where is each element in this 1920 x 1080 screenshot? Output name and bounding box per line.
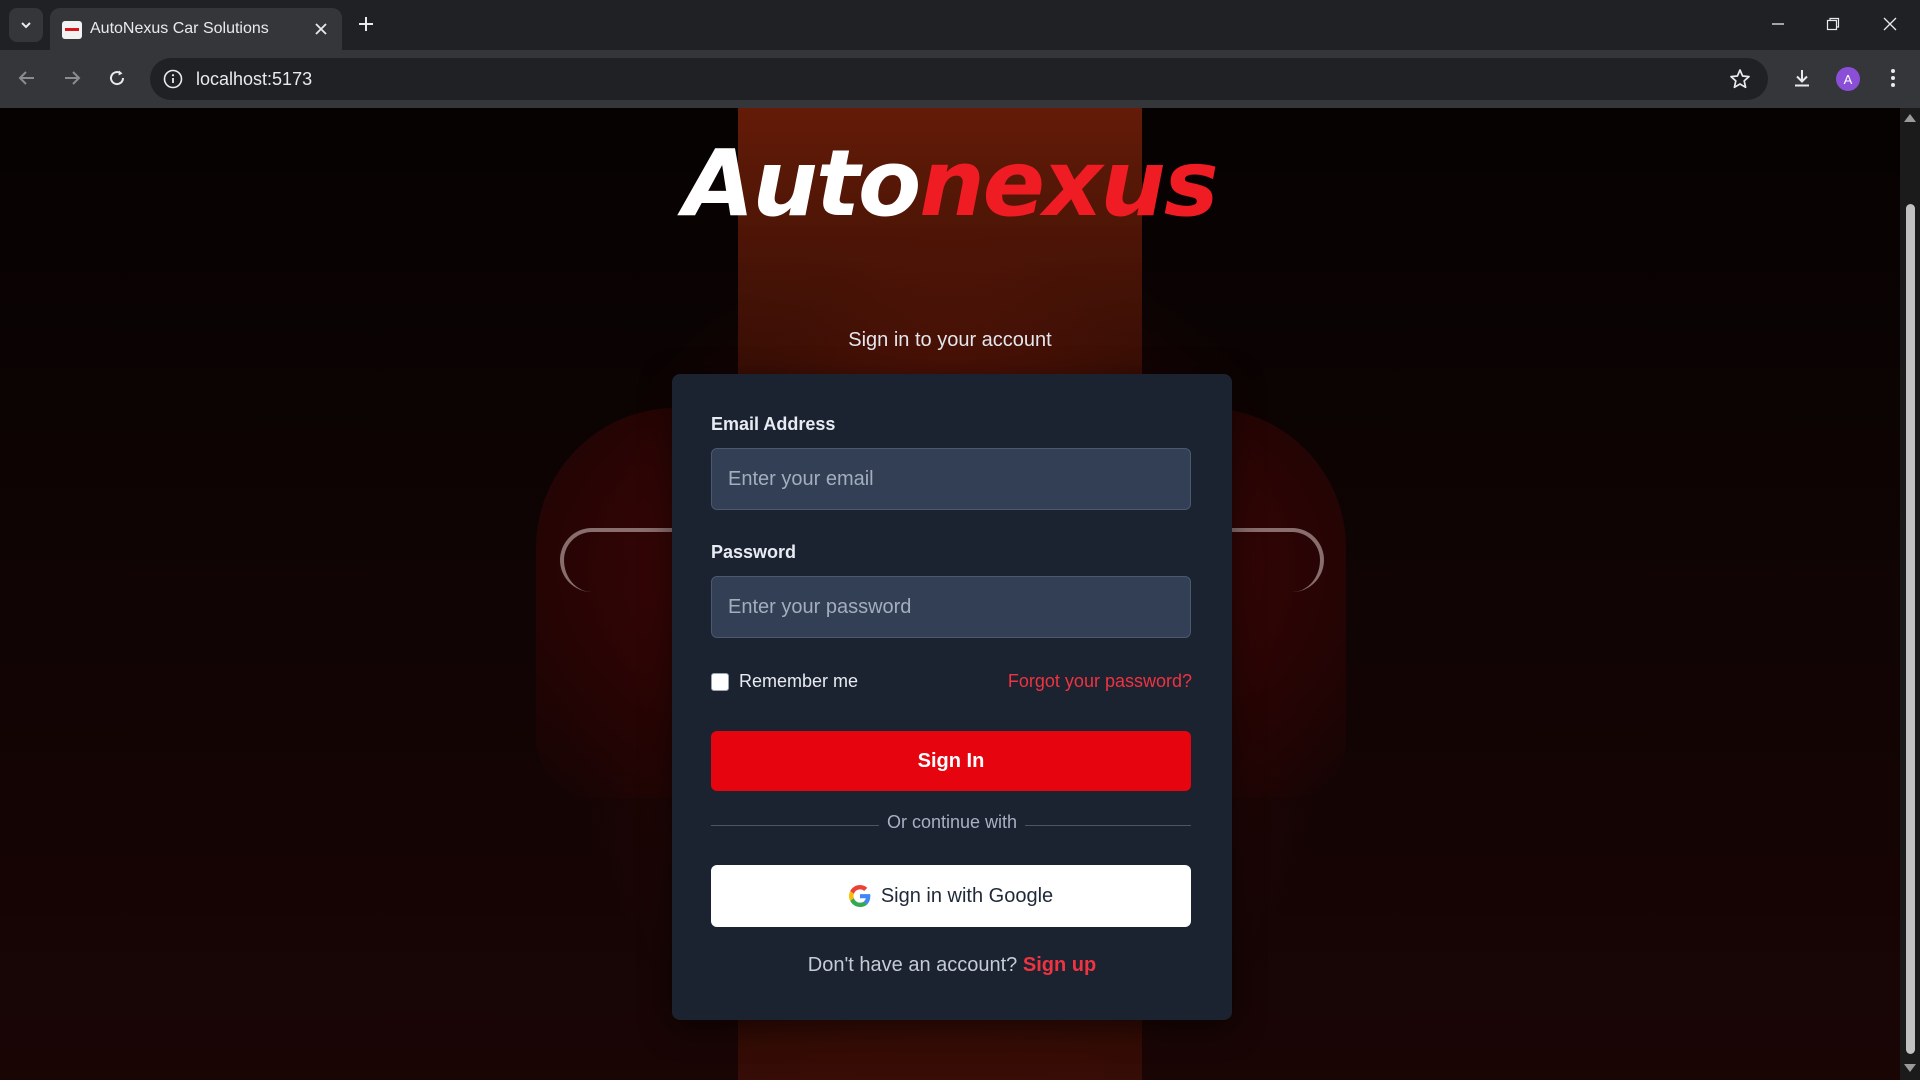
tab-title: AutoNexus Car Solutions: [90, 20, 269, 37]
password-label: Password: [711, 542, 797, 562]
arrow-left-icon: [18, 71, 34, 85]
forgot-password-link[interactable]: Forgot your password?: [1008, 671, 1192, 692]
download-icon: [1795, 70, 1809, 87]
plus-icon: [359, 17, 373, 31]
profile-avatar[interactable]: A: [1836, 67, 1860, 91]
signin-subtitle: Sign in to your account: [848, 329, 1052, 351]
tab-list-button[interactable]: [9, 8, 43, 42]
close-window-button[interactable]: [1868, 10, 1912, 38]
google-icon: [848, 885, 871, 907]
star-icon[interactable]: [1728, 67, 1752, 91]
arrow-right-icon: [65, 71, 81, 85]
scroll-down-arrow[interactable]: [1904, 1064, 1916, 1072]
reload-button[interactable]: [100, 61, 134, 95]
close-icon[interactable]: [310, 18, 332, 40]
scroll-up-arrow[interactable]: [1904, 114, 1916, 122]
info-icon[interactable]: [162, 68, 184, 90]
page-viewport: Autonexus Sign in to your account Email …: [0, 108, 1900, 1080]
back-button[interactable]: [10, 61, 44, 95]
remember-me-row: Remember me: [711, 671, 858, 692]
restore-button[interactable]: [1811, 10, 1855, 38]
close-icon: [1883, 17, 1897, 31]
address-bar[interactable]: localhost:5173: [150, 58, 1768, 100]
favicon-icon: [62, 21, 82, 39]
sign-in-button[interactable]: Sign In: [711, 731, 1191, 791]
logo-part-nexus: nexus: [919, 130, 1218, 237]
browser-tab[interactable]: AutoNexus Car Solutions: [50, 8, 342, 50]
remember-me-checkbox[interactable]: [711, 672, 729, 691]
divider: Or continue with: [672, 812, 1232, 833]
scrollbar-thumb[interactable]: [1906, 204, 1915, 1054]
url-text[interactable]: localhost:5173: [196, 69, 312, 90]
email-label: Email Address: [711, 414, 836, 434]
remember-me-label[interactable]: Remember me: [739, 671, 858, 692]
forward-button[interactable]: [55, 61, 89, 95]
divider-text: Or continue with: [878, 812, 1026, 832]
reload-icon: [110, 70, 125, 86]
minimize-icon: [1772, 23, 1784, 25]
kebab-menu-icon: [1891, 69, 1895, 87]
signup-link[interactable]: Sign up: [1023, 954, 1096, 976]
google-button-label: Sign in with Google: [880, 884, 1054, 907]
password-field[interactable]: [711, 576, 1191, 638]
minimize-button[interactable]: [1756, 10, 1800, 38]
autonexus-logo: Autonexus: [0, 138, 1900, 230]
google-signin-button[interactable]: Sign in with Google: [711, 865, 1191, 927]
email-field[interactable]: [711, 448, 1191, 510]
download-button[interactable]: [1785, 61, 1819, 95]
login-card: Email Address Password Remember me Forgo…: [672, 374, 1232, 1020]
signup-row: Don't have an account? Sign up: [672, 954, 1232, 977]
new-tab-button[interactable]: [352, 10, 380, 38]
logo-part-auto: Auto: [683, 130, 921, 237]
browser-tabbar: AutoNexus Car Solutions: [0, 0, 1920, 50]
restore-icon: [1826, 17, 1840, 31]
page-scrollbar[interactable]: [1900, 108, 1920, 1080]
browser-toolbar: localhost:5173 A: [0, 50, 1920, 108]
signup-prompt: Don't have an account?: [807, 954, 1018, 976]
chevron-down-icon: [21, 22, 31, 29]
browser-menu-button[interactable]: [1876, 61, 1910, 95]
